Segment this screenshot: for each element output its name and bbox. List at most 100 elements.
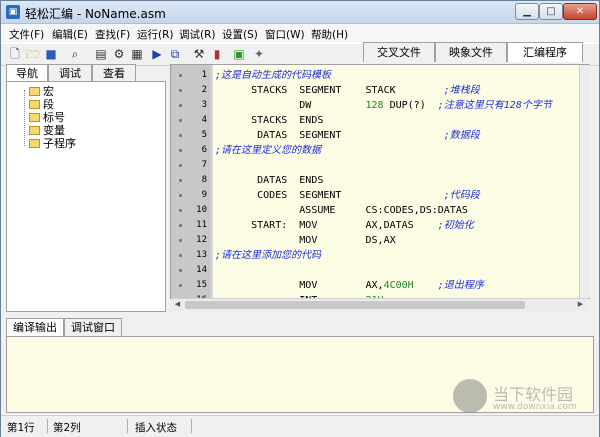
stop-icon[interactable]: ▮ <box>209 46 225 62</box>
debug-icon[interactable]: ⧉ <box>167 46 183 62</box>
code-line[interactable]: 9 CODES SEGMENT ;代码段 <box>171 188 589 203</box>
code-line[interactable]: 8 DATAS ENDS <box>171 173 589 188</box>
info-icon[interactable]: ✦ <box>251 46 267 62</box>
status-col: 第2列 <box>53 422 81 434</box>
line-number: 10 <box>196 205 207 215</box>
editor-vertical-scrollbar[interactable] <box>579 65 590 298</box>
bookmark-dot <box>179 179 182 182</box>
menu-settings[interactable]: 设置(S) <box>222 27 258 42</box>
status-separator <box>127 419 128 433</box>
code-line[interactable]: 7 <box>171 158 589 173</box>
code-text: STACKS SEGMENT STACK ;堆栈段 <box>215 85 480 96</box>
code-text: CODES SEGMENT ;代码段 <box>215 190 480 201</box>
line-number: 14 <box>196 265 207 275</box>
horizontal-scroll-thumb[interactable] <box>185 301 525 309</box>
app-window: ▣ 轻松汇编 - NoName.asm ▁ □ ✕ 文件(F) 编辑(E) 查找… <box>0 0 600 437</box>
line-number: 7 <box>201 160 207 170</box>
code-text: MOV DS,AX <box>215 235 396 246</box>
folder-icon <box>29 113 40 122</box>
bookmark-dot <box>179 104 182 107</box>
menu-run[interactable]: 运行(R) <box>137 27 174 42</box>
line-number: 8 <box>201 175 207 185</box>
status-bar: 第1行 第2列 插入状态 <box>1 415 599 437</box>
open-folder-icon[interactable]: 🗁 <box>25 46 41 62</box>
tab-cross-file[interactable]: 交叉文件 <box>363 42 435 62</box>
app-icon: ▣ <box>6 5 20 19</box>
code-line[interactable]: 5 DATAS SEGMENT ;数据段 <box>171 128 589 143</box>
status-mode: 插入状态 <box>135 422 177 434</box>
tab-asm-program[interactable]: 汇编程序 <box>507 42 583 62</box>
code-line[interactable]: 6 ;请在这里定义您的数据 <box>171 143 589 158</box>
editor-horizontal-scrollbar[interactable]: ◀ ▶ <box>171 298 589 311</box>
tab-compile-output[interactable]: 编译输出 <box>6 318 64 336</box>
close-button[interactable]: ✕ <box>563 3 597 20</box>
tools-icon[interactable]: ⚒ <box>191 46 207 62</box>
save-icon[interactable]: ■ <box>43 46 59 62</box>
code-line[interactable]: 15 MOV AX,4C00H ;退出程序 <box>171 278 589 293</box>
watermark-icon <box>453 379 487 413</box>
code-line[interactable]: 2 STACKS SEGMENT STACK ;堆栈段 <box>171 83 589 98</box>
compile-icon[interactable]: ▤ <box>93 46 109 62</box>
tab-map-file[interactable]: 映象文件 <box>435 42 507 62</box>
code-line[interactable]: 3 DW 128 DUP(?) ;注意这里只有128个字节 <box>171 98 589 113</box>
status-row: 第1行 <box>7 422 35 434</box>
folder-icon <box>29 139 40 148</box>
menu-file[interactable]: 文件(F) <box>9 27 44 42</box>
line-number: 3 <box>201 100 207 110</box>
bookmark-dot <box>179 89 182 92</box>
code-line[interactable]: 10 ASSUME CS:CODES,DS:DATAS <box>171 203 589 218</box>
new-file-icon[interactable]: 🗋 <box>7 46 23 62</box>
build-icon[interactable]: ⚙ <box>111 46 127 62</box>
tab-debug[interactable]: 调试 <box>48 64 92 82</box>
minimize-button[interactable]: ▁ <box>515 3 539 20</box>
code-line[interactable]: 13 ;请在这里添加您的代码 <box>171 248 589 263</box>
code-line[interactable]: 14 <box>171 263 589 278</box>
bookmark-dot <box>179 119 182 122</box>
status-separator <box>191 419 192 433</box>
code-text: ;请在这里定义您的数据 <box>215 145 322 156</box>
bookmark-dot <box>179 284 182 287</box>
maximize-button[interactable]: □ <box>539 3 563 20</box>
tab-navigation[interactable]: 导航 <box>6 64 48 82</box>
help-icon[interactable]: ▣ <box>231 46 247 62</box>
code-text: ASSUME CS:CODES,DS:DATAS <box>215 205 468 216</box>
line-number: 15 <box>196 280 207 290</box>
run-icon[interactable]: ▶ <box>149 46 165 62</box>
line-number: 1 <box>201 70 207 80</box>
scroll-left-icon[interactable]: ◀ <box>172 299 183 310</box>
navigation-tree: 宏 段 标号 变量 子程序 <box>6 81 166 312</box>
watermark-logo: 当下软件园 www.downxia.com <box>453 379 593 419</box>
line-number: 6 <box>201 145 207 155</box>
code-editor[interactable]: 1 ;这是自动生成的代码模板 2 STACKS SEGMENT STACK ;堆栈段… <box>170 64 590 299</box>
find-icon[interactable]: ⌕ <box>67 46 83 62</box>
folder-icon <box>29 126 40 135</box>
line-number: 12 <box>196 235 207 245</box>
line-number: 5 <box>201 130 207 140</box>
bookmark-dot <box>179 194 182 197</box>
scroll-right-icon[interactable]: ▶ <box>575 299 586 310</box>
bookmark-dot <box>179 254 182 257</box>
code-line[interactable]: 11 START: MOV AX,DATAS ;初始化 <box>171 218 589 233</box>
code-text: MOV AX,4C00H ;退出程序 <box>215 280 484 291</box>
tab-debug-window[interactable]: 调试窗口 <box>64 318 122 336</box>
menu-find[interactable]: 查找(F) <box>95 27 130 42</box>
code-line[interactable]: 4 STACKS ENDS <box>171 113 589 128</box>
link-icon[interactable]: ▦ <box>129 46 145 62</box>
bookmark-dot <box>179 149 182 152</box>
bookmark-dot <box>179 164 182 167</box>
title-bar: ▣ 轻松汇编 - NoName.asm ▁ □ ✕ <box>1 1 599 24</box>
code-line[interactable]: 12 MOV DS,AX <box>171 233 589 248</box>
menu-debug[interactable]: 调试(R) <box>179 27 216 42</box>
window-title: 轻松汇编 - NoName.asm <box>25 7 166 21</box>
code-text: ;请在这里添加您的代码 <box>215 250 322 261</box>
code-text: ;这是自动生成的代码模板 <box>215 70 332 81</box>
tab-view[interactable]: 查看 <box>92 64 136 82</box>
menu-window[interactable]: 窗口(W) <box>265 27 305 42</box>
tree-guide-line <box>24 90 26 146</box>
menu-edit[interactable]: 编辑(E) <box>52 27 88 42</box>
menu-bar: 文件(F) 编辑(E) 查找(F) 运行(R) 调试(R) 设置(S) 窗口(W… <box>1 24 599 43</box>
status-separator <box>47 419 48 433</box>
line-number: 2 <box>201 85 207 95</box>
menu-help[interactable]: 帮助(H) <box>311 27 348 42</box>
code-line[interactable]: 1 ;这是自动生成的代码模板 <box>171 68 589 83</box>
